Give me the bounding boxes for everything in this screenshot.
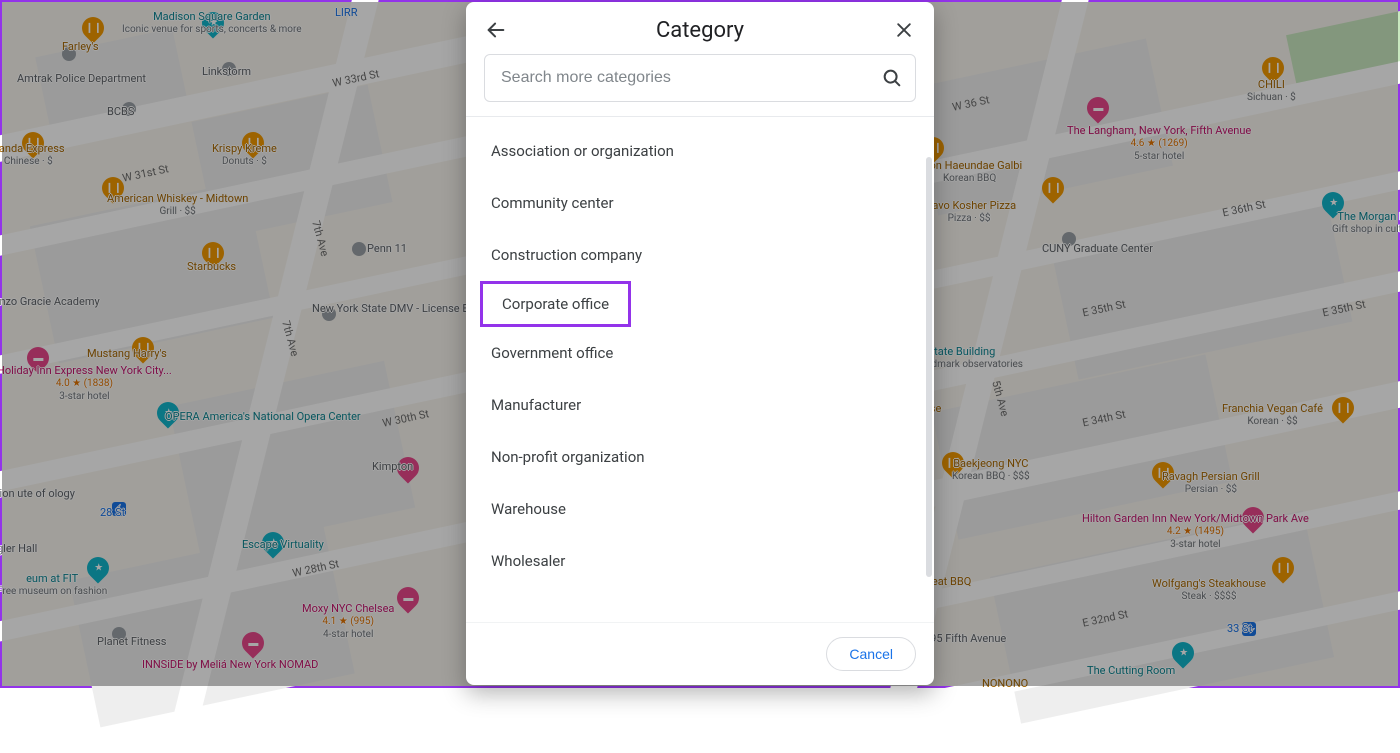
category-item[interactable]: Corporate office bbox=[480, 281, 631, 327]
category-item[interactable]: Association or organization bbox=[466, 125, 934, 177]
scrollbar-thumb[interactable] bbox=[926, 157, 932, 577]
search-box[interactable] bbox=[484, 54, 916, 102]
search-input[interactable] bbox=[501, 69, 881, 87]
category-item[interactable]: Warehouse bbox=[466, 483, 934, 535]
category-item[interactable]: Non-profit organization bbox=[466, 431, 934, 483]
search-container bbox=[466, 54, 934, 116]
modal-header: Category bbox=[466, 2, 934, 54]
category-modal: Category Association or organizationComm… bbox=[466, 2, 934, 685]
arrow-back-icon bbox=[485, 19, 507, 41]
category-item[interactable]: Construction company bbox=[466, 229, 934, 281]
modal-title: Category bbox=[510, 18, 890, 43]
category-list-container: Association or organizationCommunity cen… bbox=[466, 117, 934, 622]
search-icon bbox=[881, 67, 903, 89]
scrollbar[interactable] bbox=[926, 157, 932, 622]
category-list[interactable]: Association or organizationCommunity cen… bbox=[466, 117, 934, 622]
cancel-button[interactable]: Cancel bbox=[826, 637, 916, 671]
category-item[interactable]: Community center bbox=[466, 177, 934, 229]
close-button[interactable] bbox=[890, 16, 918, 44]
back-button[interactable] bbox=[482, 16, 510, 44]
category-item[interactable]: Government office bbox=[466, 327, 934, 379]
close-icon bbox=[894, 20, 914, 40]
modal-footer: Cancel bbox=[466, 622, 934, 685]
category-item[interactable]: Wholesaler bbox=[466, 535, 934, 587]
category-item[interactable]: Manufacturer bbox=[466, 379, 934, 431]
